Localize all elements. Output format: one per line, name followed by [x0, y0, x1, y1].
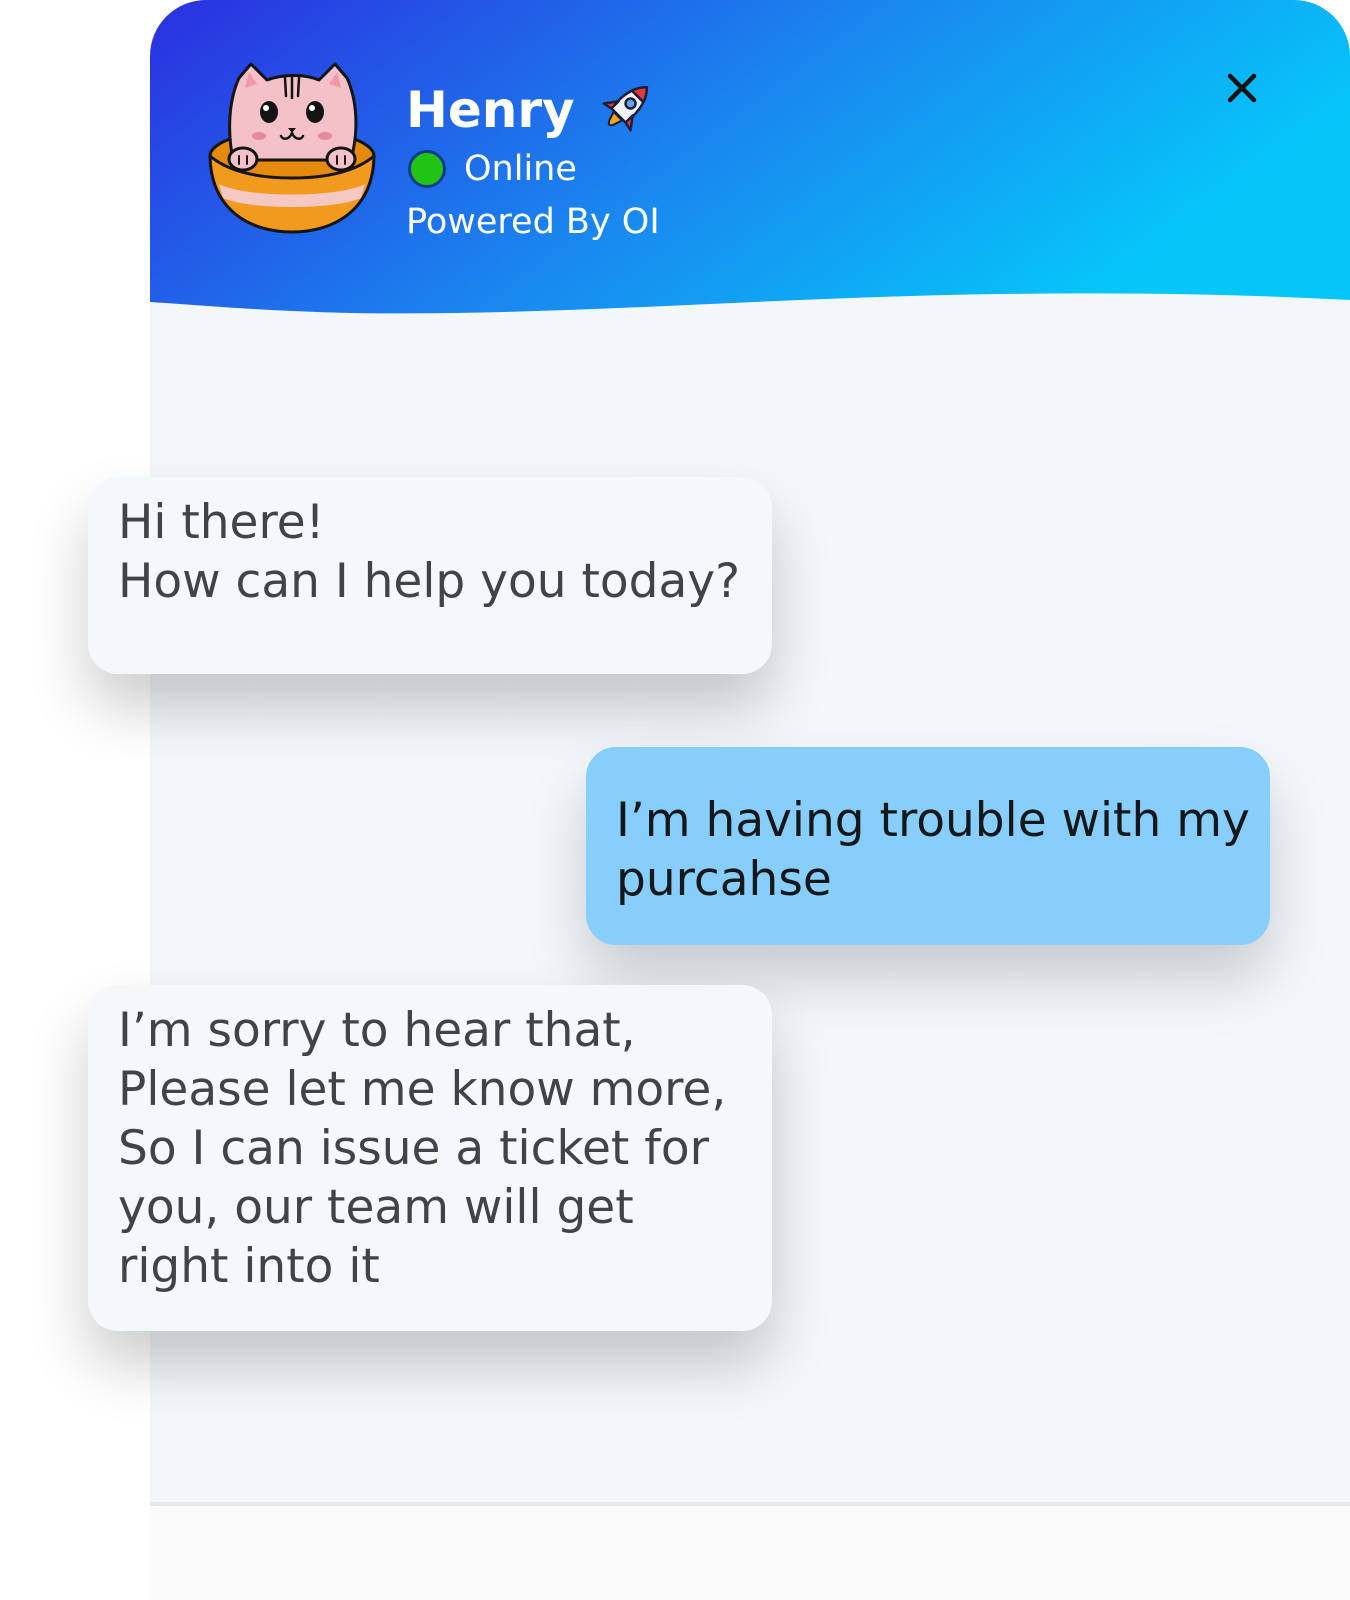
agent-info: Henry Online Powered By OI: [406, 78, 660, 247]
cat-in-bowl-avatar: [208, 62, 376, 234]
agent-name: Henry: [406, 81, 575, 139]
bot-message-bubble: I’m sorry to hear that, Please let me kn…: [88, 985, 772, 1331]
status-text: Online: [464, 149, 577, 189]
powered-by-label: Powered By OI: [406, 202, 660, 242]
user-message-bubble: I’m having trouble with my purcahse: [586, 747, 1270, 945]
composer-area: [150, 1506, 1350, 1600]
chat-header: Henry Online Powered By OI: [150, 0, 1350, 320]
agent-name-row: Henry: [406, 78, 660, 142]
bot-message-bubble: Hi there! How can I help you today?: [88, 477, 772, 674]
rocket-icon: [602, 85, 648, 132]
status-row: Online: [406, 144, 660, 194]
close-icon[interactable]: [1220, 66, 1264, 110]
online-status-dot: [408, 150, 446, 188]
